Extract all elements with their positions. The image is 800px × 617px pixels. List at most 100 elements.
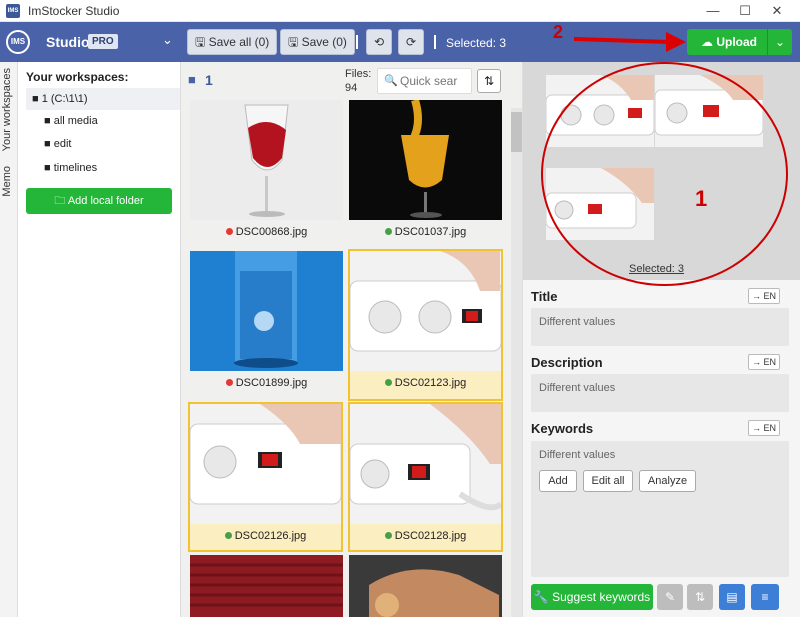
window-title: ImStocker Studio — [28, 4, 120, 18]
workspace-item-label: timelines — [53, 162, 98, 174]
save-all-button[interactable]: 🖫 Save all (0) — [187, 29, 278, 55]
workspace-item-timelines[interactable]: ■ timelines — [44, 159, 97, 177]
thumbnail[interactable] — [349, 555, 502, 617]
selected-count: Selected: 3 — [446, 36, 507, 50]
keywords-value: Different values — [539, 449, 616, 461]
separator — [434, 35, 436, 49]
pro-badge: PRO — [88, 34, 118, 49]
workspace-root-label: 1 (C:\1\1) — [41, 93, 88, 105]
thumbnail-selected[interactable]: DSC02126.jpg — [188, 402, 343, 552]
file-name: DSC02123.jpg — [394, 377, 467, 389]
status-dot-red — [225, 228, 233, 235]
thumbnail-image — [350, 404, 501, 524]
files-count-label: Files: — [345, 68, 372, 80]
metadata-panel: Selected: 3 1 Title → EN Different value… — [523, 62, 800, 617]
workspace-root[interactable]: ■ 1 (C:\1\1) — [26, 88, 180, 110]
red-ellipse-annotation — [541, 62, 788, 286]
vertical-tabs: Your workspaces Memo — [0, 62, 18, 617]
red-arrow-annotation — [574, 32, 686, 52]
thumbnail-selected[interactable]: DSC02128.jpg — [348, 402, 503, 552]
thumbnail-image — [190, 404, 341, 524]
chevron-down-icon[interactable]: ⌄ — [162, 32, 173, 48]
document-icon[interactable]: ▤ — [719, 584, 745, 610]
add-local-folder-label: Add local folder — [67, 195, 144, 207]
upload-dropdown-button[interactable]: ⌄ — [768, 29, 792, 55]
selection-preview: Selected: 3 1 — [523, 62, 800, 286]
folder-name: 1 — [205, 72, 213, 88]
status-dot-red — [225, 379, 233, 386]
app-icon: IMS — [6, 4, 20, 18]
thumbnail-caption: DSC02126.jpg — [190, 530, 341, 542]
thumbnail[interactable] — [190, 555, 343, 617]
thumbnail-selected[interactable]: DSC02123.jpg — [348, 249, 503, 401]
thumbnail-caption: DSC01037.jpg — [349, 226, 502, 238]
wrench-icon: 🔧 — [533, 590, 553, 604]
suggest-keywords-button[interactable]: 🔧 Suggest keywords — [531, 584, 653, 610]
sort-icon[interactable]: ⇅ — [687, 584, 713, 610]
description-field[interactable]: Different values — [531, 374, 789, 412]
title-translate-button[interactable]: → EN — [748, 288, 780, 304]
suggest-keywords-label: Suggest keywords — [552, 590, 651, 604]
status-dot-green — [384, 379, 392, 386]
thumbnail-image — [190, 555, 343, 617]
save-button[interactable]: 🖫 Save (0) — [280, 29, 355, 55]
thumbnail-caption: DSC02123.jpg — [350, 377, 501, 389]
keywords-field[interactable]: Different values — [531, 441, 789, 577]
redo-button[interactable]: ⟳ — [398, 29, 424, 55]
tab-your-workspaces[interactable]: Your workspaces — [1, 68, 13, 151]
sort-button[interactable]: ⇅ — [477, 69, 501, 93]
description-translate-button[interactable]: → EN — [748, 354, 780, 370]
scrollbar-thumb[interactable] — [511, 112, 522, 152]
thumbnail-image — [190, 251, 343, 371]
undo-button[interactable]: ⟲ — [366, 29, 392, 55]
title-label: Title — [531, 289, 558, 304]
maximize-button[interactable]: ☐ — [730, 0, 760, 22]
status-dot-green — [224, 532, 232, 539]
analyze-button[interactable]: Analyze — [639, 470, 696, 492]
thumbnail[interactable]: DSC00868.jpg — [190, 100, 343, 250]
menu-icon[interactable]: ≡ — [751, 584, 779, 610]
scrollbar[interactable] — [511, 108, 522, 617]
workspaces-panel: Your workspaces: ■ 1 (C:\1\1) ■ all medi… — [18, 62, 180, 617]
files-panel: ■ 1 Files: 94 🔍 ⇅ DSC00868.jpg DSC01037.… — [180, 62, 523, 617]
file-name: DSC01037.jpg — [394, 226, 467, 238]
save-label: Save (0) — [301, 35, 347, 49]
edit-all-button[interactable]: Edit all — [583, 470, 633, 492]
folder-icon: 🗀 — [54, 195, 68, 207]
thumbnail[interactable]: DSC01899.jpg — [190, 251, 343, 401]
file-name: DSC02128.jpg — [394, 530, 467, 542]
folder-icon: ■ — [44, 162, 54, 174]
workspace-item-all-media[interactable]: ■ all media — [44, 112, 98, 130]
window-titlebar: IMS ImStocker Studio — ☐ ✕ — [0, 0, 800, 22]
minimize-button[interactable]: — — [698, 0, 728, 22]
add-keyword-button[interactable]: Add — [539, 470, 577, 492]
workspace-item-label: edit — [53, 138, 72, 150]
workspaces-title: Your workspaces: — [26, 70, 129, 84]
workspace-item-edit[interactable]: ■ edit — [44, 135, 71, 153]
search-icon: 🔍 — [384, 75, 398, 87]
folder-icon: ■ — [188, 72, 196, 87]
thumbnail-image — [349, 555, 502, 617]
folder-icon: ■ — [44, 138, 54, 150]
file-name: DSC02126.jpg — [234, 530, 307, 542]
ims-logo: IMS — [6, 30, 30, 54]
save-all-label: Save all (0) — [208, 35, 270, 49]
thumbnail[interactable]: DSC01037.jpg — [349, 100, 502, 250]
separator — [356, 35, 358, 49]
add-local-folder-button[interactable]: 🗀 Add local folder — [26, 188, 172, 214]
files-count: 94 — [345, 82, 358, 94]
title-field[interactable]: Different values — [531, 308, 789, 346]
status-dot-green — [384, 532, 392, 539]
close-button[interactable]: ✕ — [762, 0, 792, 22]
description-label: Description — [531, 355, 603, 370]
save-icon: 🖫 — [288, 35, 302, 49]
thumbnail-image — [350, 251, 501, 371]
keywords-translate-button[interactable]: → EN — [748, 420, 780, 436]
upload-button[interactable]: ☁ Upload — [687, 29, 767, 55]
folder-icon: ■ — [44, 115, 54, 127]
pencil-icon[interactable]: ✎ — [657, 584, 683, 610]
folder-icon: ■ — [32, 93, 42, 105]
thumbnail-image — [190, 100, 343, 220]
tab-memo[interactable]: Memo — [1, 166, 13, 197]
keywords-label: Keywords — [531, 421, 594, 436]
